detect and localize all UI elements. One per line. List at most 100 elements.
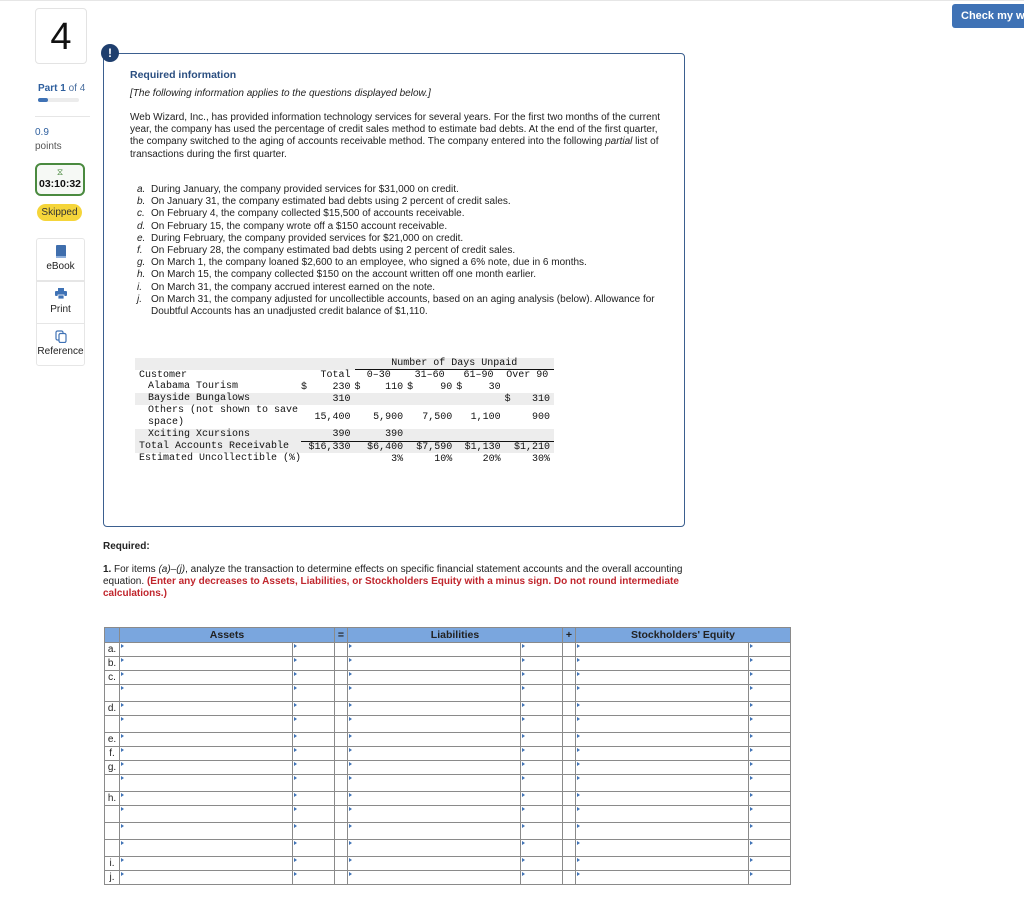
- equity-account-select[interactable]: [575, 732, 749, 747]
- equity-account-select[interactable]: [575, 760, 749, 775]
- liabilities-account-field[interactable]: [348, 733, 520, 746]
- liabilities-amount-input[interactable]: [520, 701, 563, 716]
- equity-amount-input[interactable]: [748, 791, 791, 806]
- liabilities-amount-input[interactable]: [521, 657, 562, 670]
- assets-amount-input[interactable]: [292, 822, 335, 840]
- equity-account-field[interactable]: [576, 671, 748, 684]
- liabilities-amount-input[interactable]: [520, 732, 563, 747]
- equity-amount-input[interactable]: [748, 856, 791, 871]
- liabilities-amount-input[interactable]: [520, 805, 563, 823]
- equity-amount-input[interactable]: [749, 857, 790, 870]
- assets-amount-input[interactable]: [292, 715, 335, 733]
- liabilities-amount-input[interactable]: [520, 642, 563, 657]
- equity-account-select[interactable]: [575, 870, 749, 885]
- liabilities-amount-input[interactable]: [521, 871, 562, 884]
- equity-account-field[interactable]: [576, 806, 748, 822]
- liabilities-account-field[interactable]: [348, 747, 520, 760]
- equity-amount-input[interactable]: [749, 840, 790, 856]
- equity-amount-input[interactable]: [749, 702, 790, 715]
- assets-amount-input[interactable]: [293, 643, 334, 656]
- assets-amount-input[interactable]: [292, 760, 335, 775]
- equity-account-select[interactable]: [575, 746, 749, 761]
- equity-account-select[interactable]: [575, 715, 749, 733]
- assets-amount-input[interactable]: [293, 857, 334, 870]
- liabilities-account-field[interactable]: [348, 806, 520, 822]
- assets-amount-input[interactable]: [293, 733, 334, 746]
- assets-amount-input[interactable]: [292, 791, 335, 806]
- liabilities-amount-input[interactable]: [520, 774, 563, 792]
- assets-account-field[interactable]: [120, 761, 292, 774]
- assets-account-select[interactable]: [119, 870, 293, 885]
- assets-amount-input[interactable]: [293, 671, 334, 684]
- liabilities-account-select[interactable]: [347, 760, 521, 775]
- equity-amount-input[interactable]: [748, 870, 791, 885]
- liabilities-amount-input[interactable]: [520, 684, 563, 702]
- assets-account-field[interactable]: [120, 792, 292, 805]
- equity-account-field[interactable]: [576, 761, 748, 774]
- equity-account-select[interactable]: [575, 701, 749, 716]
- liabilities-account-select[interactable]: [347, 656, 521, 671]
- check-my-work-button[interactable]: Check my work: [952, 4, 1024, 28]
- equity-amount-input[interactable]: [748, 732, 791, 747]
- assets-amount-input[interactable]: [293, 871, 334, 884]
- assets-account-select[interactable]: [119, 732, 293, 747]
- assets-account-field[interactable]: [120, 685, 292, 701]
- assets-amount-input[interactable]: [293, 716, 334, 732]
- equity-account-field[interactable]: [576, 643, 748, 656]
- liabilities-amount-input[interactable]: [520, 791, 563, 806]
- equity-account-select[interactable]: [575, 670, 749, 685]
- assets-account-select[interactable]: [119, 774, 293, 792]
- equity-account-field[interactable]: [576, 840, 748, 856]
- liabilities-amount-input[interactable]: [520, 839, 563, 857]
- equity-amount-input[interactable]: [748, 701, 791, 716]
- liabilities-account-select[interactable]: [347, 642, 521, 657]
- assets-amount-input[interactable]: [292, 670, 335, 685]
- equity-amount-input[interactable]: [748, 670, 791, 685]
- assets-account-field[interactable]: [120, 840, 292, 856]
- assets-amount-input[interactable]: [292, 656, 335, 671]
- equity-amount-input[interactable]: [748, 760, 791, 775]
- liabilities-amount-input[interactable]: [521, 643, 562, 656]
- equity-account-select[interactable]: [575, 839, 749, 857]
- liabilities-amount-input[interactable]: [520, 822, 563, 840]
- liabilities-account-field[interactable]: [348, 823, 520, 839]
- liabilities-amount-input[interactable]: [521, 806, 562, 822]
- liabilities-account-select[interactable]: [347, 715, 521, 733]
- liabilities-amount-input[interactable]: [521, 702, 562, 715]
- equity-amount-input[interactable]: [748, 774, 791, 792]
- equity-amount-input[interactable]: [749, 747, 790, 760]
- liabilities-amount-input[interactable]: [521, 761, 562, 774]
- liabilities-amount-input[interactable]: [521, 775, 562, 791]
- liabilities-amount-input[interactable]: [521, 747, 562, 760]
- assets-account-field[interactable]: [120, 671, 292, 684]
- equity-amount-input[interactable]: [749, 685, 790, 701]
- liabilities-amount-input[interactable]: [520, 670, 563, 685]
- assets-account-field[interactable]: [120, 775, 292, 791]
- liabilities-amount-input[interactable]: [521, 716, 562, 732]
- equity-account-select[interactable]: [575, 791, 749, 806]
- equity-amount-input[interactable]: [749, 792, 790, 805]
- liabilities-amount-input[interactable]: [521, 733, 562, 746]
- reference-button[interactable]: Reference: [36, 323, 85, 366]
- liabilities-account-field[interactable]: [348, 685, 520, 701]
- liabilities-account-select[interactable]: [347, 701, 521, 716]
- liabilities-account-select[interactable]: [347, 732, 521, 747]
- liabilities-amount-input[interactable]: [521, 671, 562, 684]
- assets-account-field[interactable]: [120, 871, 292, 884]
- liabilities-account-select[interactable]: [347, 746, 521, 761]
- assets-amount-input[interactable]: [293, 775, 334, 791]
- liabilities-account-field[interactable]: [348, 775, 520, 791]
- assets-account-field[interactable]: [120, 716, 292, 732]
- equity-amount-input[interactable]: [748, 822, 791, 840]
- liabilities-account-field[interactable]: [348, 702, 520, 715]
- assets-account-field[interactable]: [120, 806, 292, 822]
- assets-amount-input[interactable]: [292, 746, 335, 761]
- assets-amount-input[interactable]: [292, 839, 335, 857]
- equity-account-field[interactable]: [576, 733, 748, 746]
- liabilities-account-select[interactable]: [347, 856, 521, 871]
- liabilities-amount-input[interactable]: [520, 870, 563, 885]
- equity-amount-input[interactable]: [749, 761, 790, 774]
- equity-account-field[interactable]: [576, 685, 748, 701]
- liabilities-account-field[interactable]: [348, 840, 520, 856]
- equity-account-field[interactable]: [576, 857, 748, 870]
